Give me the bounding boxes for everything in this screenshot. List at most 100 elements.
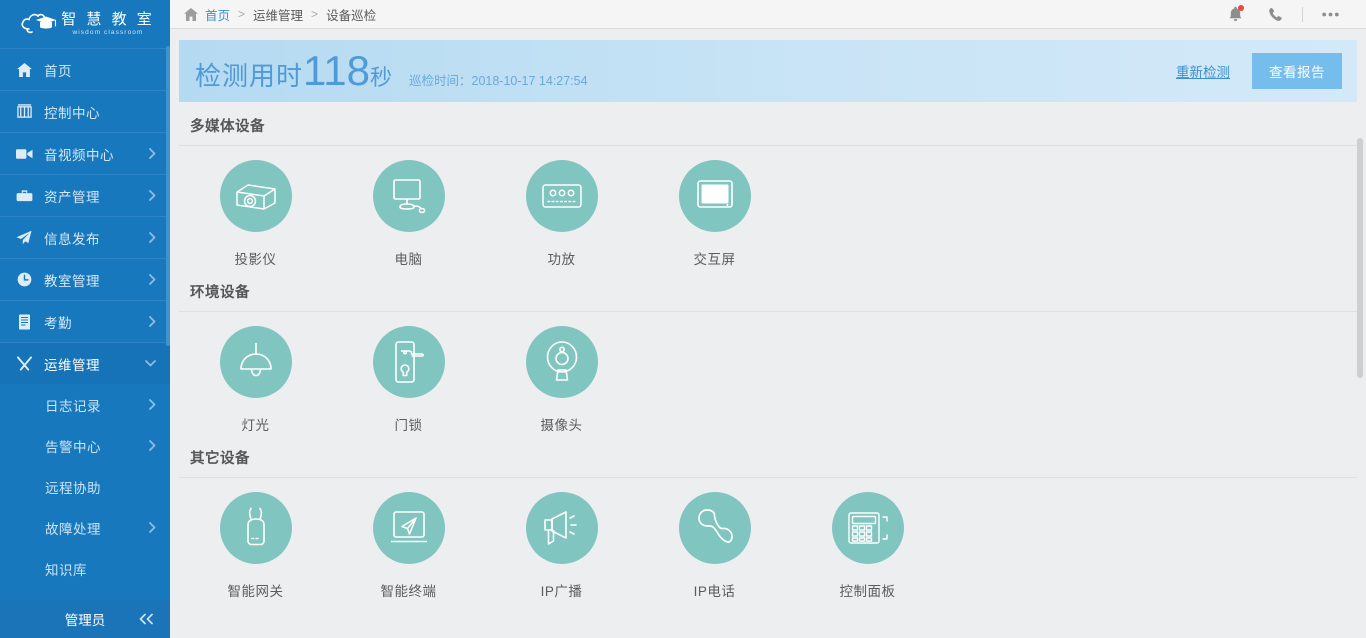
door-lock-icon — [373, 326, 445, 398]
brand-logo[interactable]: 智 慧 教 室 wisdom classroom — [0, 0, 170, 48]
clock-icon — [14, 271, 34, 289]
paper-plane-icon — [14, 229, 34, 247]
interactive-screen-icon — [679, 160, 751, 232]
device-label: 门锁 — [395, 414, 423, 434]
control-panel-icon — [14, 103, 34, 121]
sidebar-item-label: 资产管理 — [44, 186, 149, 206]
chevron-right-icon — [149, 232, 156, 243]
sidebar-footer-admin[interactable]: 管理员 — [0, 600, 170, 638]
chevron-right-icon — [149, 522, 156, 533]
chevron-down-icon — [145, 360, 156, 367]
sidebar-subitem-label: 告警中心 — [45, 436, 149, 456]
device-light[interactable]: 灯光 — [179, 326, 332, 434]
topbar-divider — [1302, 7, 1303, 22]
sidebar-item-home[interactable]: 首页 — [0, 48, 170, 90]
device-label: 交互屏 — [694, 248, 736, 268]
sidebar-item-label: 控制中心 — [44, 102, 170, 122]
device-ip-phone[interactable]: IP电话 — [638, 492, 791, 600]
breadcrumb-separator: > — [238, 7, 245, 21]
chevron-right-icon — [149, 316, 156, 327]
breadcrumb-item-ops[interactable]: 运维管理 — [253, 5, 303, 24]
sidebar-item-asset-management[interactable]: 资产管理 — [0, 174, 170, 216]
sidebar-subitem-fault-handling[interactable]: 故障处理 — [0, 507, 170, 548]
section-multimedia: 多媒体设备 投影仪 — [179, 115, 1357, 268]
sidebar-subitem-knowledge-base[interactable]: 知识库 — [0, 548, 170, 589]
device-label: 智能网关 — [228, 580, 284, 600]
device-smart-gateway[interactable]: 智能网关 — [179, 492, 332, 600]
device-projector[interactable]: 投影仪 — [179, 160, 332, 268]
sidebar-subitem-logs[interactable]: 日志记录 — [0, 384, 170, 425]
breadcrumb-separator: > — [311, 7, 318, 21]
megaphone-icon — [526, 492, 598, 564]
main-area: 首页 > 运维管理 > 设备巡检 — [170, 0, 1366, 638]
sidebar-item-info-publish[interactable]: 信息发布 — [0, 216, 170, 258]
device-amplifier[interactable]: 功放 — [485, 160, 638, 268]
telephone-handset-icon — [679, 492, 751, 564]
banner-duration-number: 118 — [303, 50, 370, 92]
banner-info: 检测用时 118 秒 巡检时间：2018-10-17 14:27:54 — [195, 50, 1176, 93]
sidebar-subitem-remote-assist[interactable]: 远程协助 — [0, 466, 170, 507]
view-report-button[interactable]: 查看报告 — [1252, 53, 1342, 89]
banner-inspection-time: 巡检时间：2018-10-17 14:27:54 — [409, 70, 588, 89]
device-sections: 多媒体设备 投影仪 — [170, 102, 1366, 638]
topbar: 首页 > 运维管理 > 设备巡检 — [170, 0, 1366, 29]
brand-text: 智 慧 教 室 wisdom classroom — [61, 11, 155, 37]
double-chevron-left-icon[interactable] — [139, 614, 154, 625]
device-control-panel[interactable]: 控制面板 — [791, 492, 944, 600]
camera-icon — [526, 326, 598, 398]
chevron-right-icon — [149, 148, 156, 159]
breadcrumb: 首页 > 运维管理 > 设备巡检 — [184, 5, 1215, 24]
sidebar-item-av-center[interactable]: 音视频中心 — [0, 132, 170, 174]
more-options-icon[interactable] — [1310, 0, 1350, 29]
section-title: 其它设备 — [179, 447, 1357, 478]
chevron-right-icon — [149, 190, 156, 201]
sidebar-item-label: 音视频中心 — [44, 144, 149, 164]
device-camera[interactable]: 摄像头 — [485, 326, 638, 434]
device-interactive-screen[interactable]: 交互屏 — [638, 160, 791, 268]
sidebar: 智 慧 教 室 wisdom classroom 首页 — [0, 0, 170, 638]
sidebar-item-attendance[interactable]: 考勤 — [0, 300, 170, 342]
device-ip-broadcast[interactable]: IP广播 — [485, 492, 638, 600]
control-pad-icon — [832, 492, 904, 564]
sidebar-item-label: 教室管理 — [44, 270, 149, 290]
admin-label: 管理员 — [65, 609, 106, 629]
sidebar-subitem-label: 故障处理 — [45, 518, 149, 538]
smart-terminal-icon — [373, 492, 445, 564]
device-smart-terminal[interactable]: 智能终端 — [332, 492, 485, 600]
briefcase-icon — [14, 187, 34, 205]
chevron-right-icon — [149, 440, 156, 451]
sidebar-subitem-label: 知识库 — [45, 559, 170, 579]
cloud-graduation-cap-icon — [19, 9, 57, 39]
sidebar-subitem-alarm-center[interactable]: 告警中心 — [0, 425, 170, 466]
section-other: 其它设备 智能网关 — [179, 447, 1357, 600]
sidebar-item-classroom-management[interactable]: 教室管理 — [0, 258, 170, 300]
sidebar-menu: 首页 控制中心 音视频中心 — [0, 48, 170, 384]
device-computer[interactable]: 电脑 — [332, 160, 485, 268]
sidebar-item-control-center[interactable]: 控制中心 — [0, 90, 170, 132]
recheck-link[interactable]: 重新检测 — [1176, 61, 1230, 81]
notification-badge — [1238, 5, 1244, 11]
bell-icon[interactable] — [1215, 0, 1255, 29]
chevron-right-icon — [149, 274, 156, 285]
video-camera-icon — [14, 145, 34, 163]
sidebar-item-label: 信息发布 — [44, 228, 149, 248]
sidebar-subitem-label: 日志记录 — [45, 395, 149, 415]
sidebar-item-label: 运维管理 — [44, 354, 145, 374]
banner-duration-unit: 秒 — [370, 60, 392, 92]
document-icon — [14, 313, 34, 331]
content-scrollbar-thumb[interactable] — [1357, 138, 1363, 378]
amplifier-icon — [526, 160, 598, 232]
banner-title: 检测用时 — [195, 56, 303, 93]
smart-gateway-icon — [220, 492, 292, 564]
sidebar-subitem-label: 远程协助 — [45, 477, 170, 497]
app-root: 智 慧 教 室 wisdom classroom 首页 — [0, 0, 1366, 638]
sidebar-item-ops-management[interactable]: 运维管理 — [0, 342, 170, 384]
device-row: 投影仪 电脑 — [179, 146, 1357, 268]
phone-icon[interactable] — [1255, 0, 1295, 29]
device-label: 智能终端 — [381, 580, 437, 600]
inspection-summary-banner: 检测用时 118 秒 巡检时间：2018-10-17 14:27:54 重新检测… — [179, 40, 1357, 102]
device-door-lock[interactable]: 门锁 — [332, 326, 485, 434]
section-title: 环境设备 — [179, 281, 1357, 312]
breadcrumb-item-home[interactable]: 首页 — [205, 5, 230, 24]
device-label: IP广播 — [541, 580, 583, 600]
